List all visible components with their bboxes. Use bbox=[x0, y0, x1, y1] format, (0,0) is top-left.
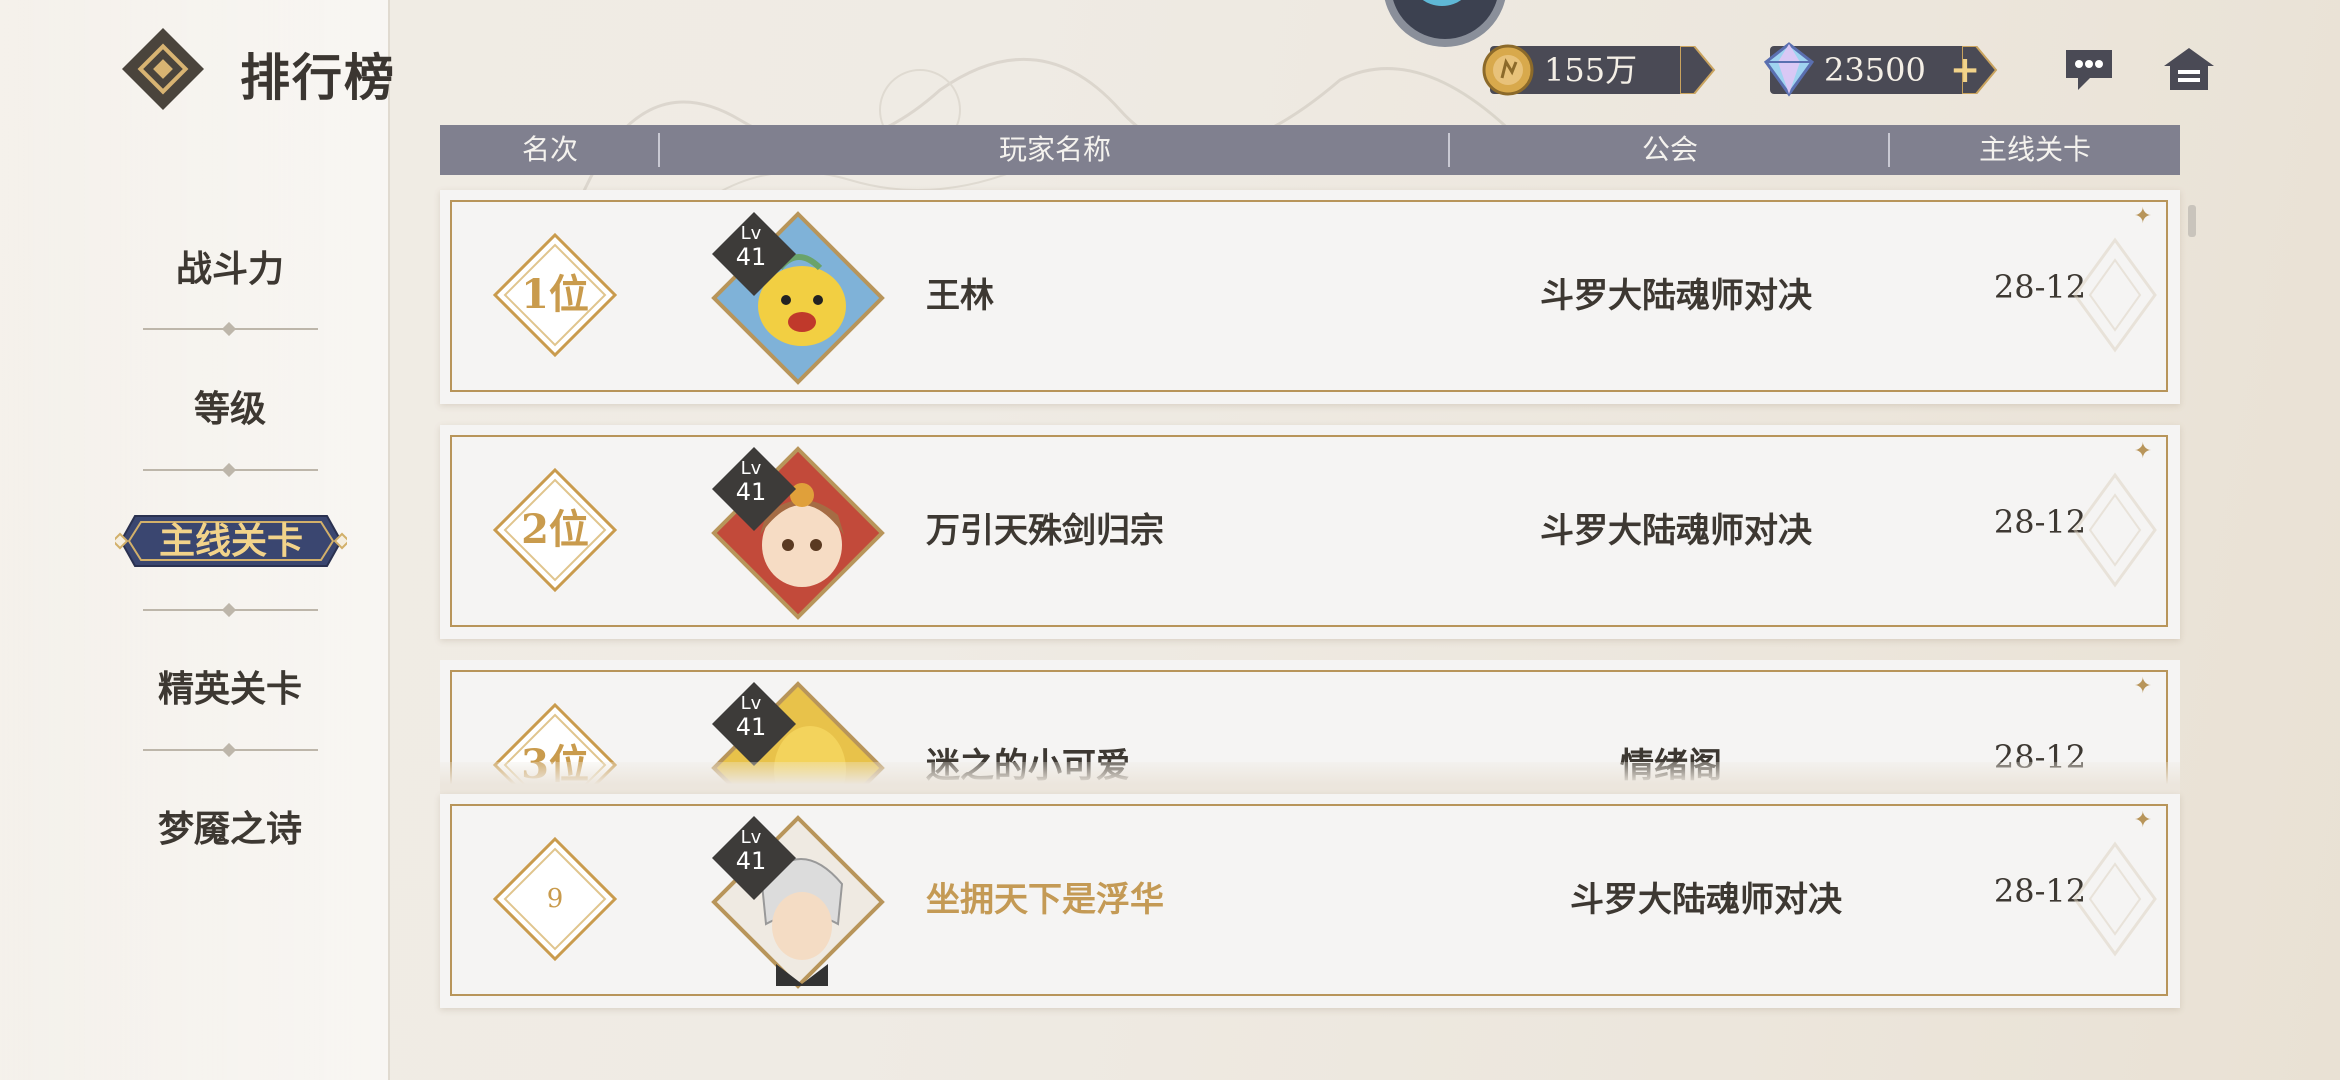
diamond-amount: 23500 bbox=[1824, 51, 1926, 89]
level-label: Lv 41 bbox=[735, 827, 767, 875]
player-name: 万引天殊剑归宗 bbox=[926, 511, 1164, 551]
page-title: 排行榜 bbox=[240, 48, 396, 107]
home-icon[interactable] bbox=[2160, 44, 2218, 94]
gold-amount: 155万 bbox=[1544, 51, 1638, 89]
row-frame: ✦ bbox=[450, 435, 2168, 627]
self-rank-row[interactable]: ✦ 9 Lv 41 坐拥天下是浮华 斗罗大陆魂师对决 28-12 bbox=[440, 794, 2180, 1008]
self-player-name: 坐拥天下是浮华 bbox=[926, 880, 1164, 920]
table-row[interactable]: ✦ 1位 Lv 41 王林 斗罗大陆魂师对决 28-12 bbox=[440, 190, 2180, 404]
level-label: Lv 41 bbox=[735, 223, 767, 271]
column-guild: 公会 bbox=[1641, 133, 1698, 166]
sparkle-icon: ✦ bbox=[2133, 808, 2152, 833]
nav-divider bbox=[143, 463, 318, 477]
guild-name: 斗罗大陆魂师对决 bbox=[1540, 511, 1812, 551]
guild-name: 斗罗大陆魂师对决 bbox=[1540, 276, 1812, 316]
rank-number: 1位 bbox=[521, 271, 589, 318]
sparkle-icon: ✦ bbox=[2133, 204, 2152, 229]
ranking-logo-icon bbox=[121, 27, 205, 111]
level-label: Lv 41 bbox=[735, 693, 767, 741]
guild-name: 斗罗大陆魂师对决 bbox=[1570, 880, 1842, 920]
chat-icon[interactable] bbox=[2060, 44, 2118, 94]
rank-number: 2位 bbox=[521, 506, 589, 553]
column-main-stage: 主线关卡 bbox=[1978, 133, 2091, 166]
table-row[interactable]: ✦ 2位 Lv 41 万引天殊剑归宗 斗罗大陆魂师对决 28-12 bbox=[440, 425, 2180, 639]
rank-number: 9 bbox=[546, 884, 564, 914]
sparkle-icon: ✦ bbox=[2133, 674, 2152, 699]
add-diamond-button[interactable]: + bbox=[1950, 48, 1980, 92]
row-decoration bbox=[2073, 237, 2157, 353]
column-rank: 名次 bbox=[521, 133, 578, 166]
row-decoration bbox=[2073, 841, 2157, 957]
row-frame: ✦ bbox=[450, 804, 2168, 996]
nav-divider bbox=[143, 743, 318, 757]
sidebar-item-combat-power[interactable]: 战斗力 bbox=[0, 240, 460, 292]
sidebar-item-level[interactable]: 等级 bbox=[0, 380, 460, 432]
level-label: Lv 41 bbox=[735, 458, 767, 506]
table-header: 名次 玩家名称 公会 主线关卡 bbox=[440, 125, 2180, 175]
list-scrollbar[interactable] bbox=[2188, 205, 2196, 237]
sparkle-icon: ✦ bbox=[2133, 439, 2152, 464]
sidebar-item-main-stage[interactable]: 主线关卡 bbox=[115, 514, 347, 568]
gold-coin-icon bbox=[1482, 44, 1534, 96]
row-frame: ✦ bbox=[450, 200, 2168, 392]
sidebar-item-nightmare-poem[interactable]: 梦魇之诗 bbox=[0, 800, 460, 852]
list-fade bbox=[440, 762, 2180, 794]
column-player-name: 玩家名称 bbox=[998, 133, 1111, 166]
gold-counter-arrow bbox=[1680, 46, 1716, 94]
sidebar-item-elite-stage[interactable]: 精英关卡 bbox=[0, 660, 460, 712]
player-name: 王林 bbox=[926, 276, 994, 316]
nav-divider bbox=[143, 603, 318, 617]
row-decoration bbox=[2073, 472, 2157, 588]
nav-divider bbox=[143, 322, 318, 336]
diamond-icon bbox=[1763, 42, 1815, 97]
